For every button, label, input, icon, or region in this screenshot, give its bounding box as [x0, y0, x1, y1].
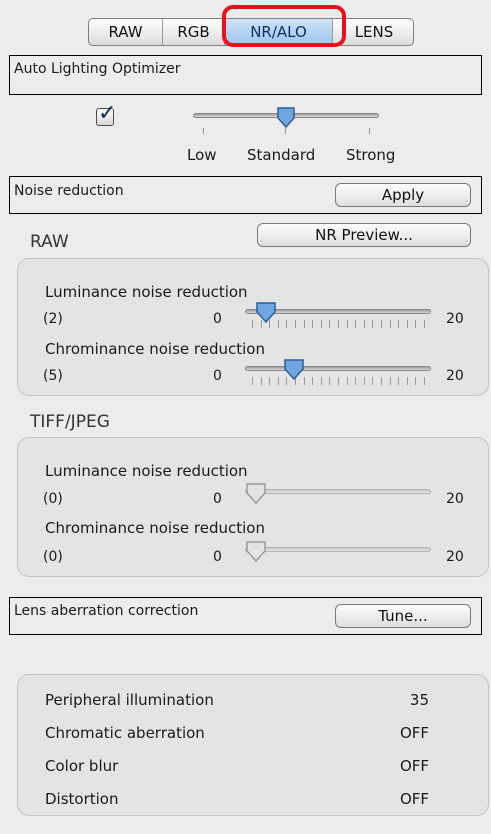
slider-tick — [372, 320, 373, 328]
raw-luminance-max: 20 — [446, 311, 464, 327]
tiff-section-title: TIFF/JPEG — [30, 412, 110, 432]
slider-tick — [415, 320, 416, 328]
raw-chrominance-label: Chrominance noise reduction — [45, 340, 265, 358]
raw-luminance-label: Luminance noise reduction — [45, 283, 248, 301]
alo-level-low: Low — [187, 146, 217, 164]
slider-tick — [329, 320, 330, 328]
nr-preview-button[interactable]: NR Preview... — [257, 223, 471, 247]
tiff-luminance-label: Luminance noise reduction — [45, 462, 248, 480]
raw-luminance-ticks — [252, 320, 425, 328]
slider-tick — [286, 320, 287, 328]
tiff-chrominance-value: (0) — [43, 549, 63, 565]
alo-header: Auto Lighting Optimizer — [9, 55, 482, 95]
slider-tick — [390, 320, 391, 328]
slider-tick — [321, 377, 322, 385]
slider-tick — [261, 377, 262, 385]
alo-slider-thumb[interactable] — [276, 106, 296, 130]
slider-tick — [312, 377, 313, 385]
noise-title: Noise reduction — [14, 183, 124, 199]
lens-row: Color blur OFF — [45, 757, 429, 775]
alo-level-strong: Strong — [346, 146, 396, 164]
tab-rgb[interactable]: RGB — [163, 19, 225, 45]
alo-tick-low — [203, 128, 204, 134]
lens-row-value: 35 — [409, 691, 429, 709]
slider-tick — [398, 320, 399, 328]
lens-row-label: Color blur — [45, 757, 119, 775]
tiff-chrominance-thumb[interactable] — [245, 540, 267, 564]
checkmark-icon: ✓ — [98, 101, 117, 126]
slider-tick — [415, 377, 416, 385]
slider-tick — [338, 320, 339, 328]
tiff-luminance-min: 0 — [213, 491, 222, 507]
slider-tick — [355, 377, 356, 385]
alo-checkbox[interactable]: ✓ — [96, 103, 116, 126]
slider-tick — [347, 320, 348, 328]
slider-tick — [252, 377, 253, 385]
slider-tick — [278, 377, 279, 385]
tab-raw[interactable]: RAW — [89, 19, 163, 45]
tool-palette: RAW RGB NR/ALO LENS Auto Lighting Optimi… — [0, 0, 491, 834]
slider-tick — [424, 377, 425, 385]
alo-title: Auto Lighting Optimizer — [14, 61, 181, 77]
slider-tick — [304, 320, 305, 328]
slider-tick — [407, 320, 408, 328]
slider-tick — [278, 320, 279, 328]
slider-tick — [269, 377, 270, 385]
slider-tick — [329, 377, 330, 385]
slider-tick — [321, 320, 322, 328]
raw-chrominance-value: (5) — [43, 368, 63, 384]
slider-tick — [398, 377, 399, 385]
tab-highlight-annotation — [222, 5, 346, 47]
lens-row-label: Peripheral illumination — [45, 691, 214, 709]
alo-tick-strong — [369, 128, 370, 134]
raw-chrominance-max: 20 — [446, 368, 464, 384]
slider-tick — [381, 320, 382, 328]
slider-tick — [252, 320, 253, 328]
slider-tick — [390, 377, 391, 385]
alo-level-standard: Standard — [247, 146, 316, 164]
slider-tick — [364, 320, 365, 328]
tiff-chrominance-max: 20 — [446, 549, 464, 565]
slider-tick — [295, 320, 296, 328]
lens-row-label: Chromatic aberration — [45, 724, 205, 742]
raw-chrominance-min: 0 — [213, 368, 222, 384]
slider-tick — [355, 320, 356, 328]
raw-chrominance-track[interactable] — [245, 366, 431, 371]
slider-tick — [381, 377, 382, 385]
tiff-chrominance-label: Chrominance noise reduction — [45, 519, 265, 537]
tiff-luminance-track[interactable] — [245, 489, 431, 494]
lens-row-value: OFF — [399, 790, 429, 808]
tiff-luminance-value: (0) — [43, 491, 63, 507]
raw-luminance-min: 0 — [213, 311, 222, 327]
lens-row-value: OFF — [399, 724, 429, 742]
apply-button[interactable]: Apply — [335, 183, 471, 207]
lens-row: Chromatic aberration OFF — [45, 724, 429, 742]
slider-tick — [407, 377, 408, 385]
slider-tick — [372, 377, 373, 385]
raw-luminance-value: (2) — [43, 311, 63, 327]
slider-tick — [338, 377, 339, 385]
lens-row-label: Distortion — [45, 790, 119, 808]
raw-chrominance-thumb[interactable] — [283, 358, 305, 382]
slider-tick — [364, 377, 365, 385]
tiff-chrominance-min: 0 — [213, 549, 222, 565]
lens-row: Peripheral illumination 35 — [45, 691, 429, 709]
raw-chrominance-ticks — [252, 377, 425, 385]
raw-section-title: RAW — [30, 232, 69, 252]
slider-tick — [424, 320, 425, 328]
raw-luminance-thumb[interactable] — [255, 301, 277, 325]
slider-tick — [312, 320, 313, 328]
slider-tick — [347, 377, 348, 385]
lens-row: Distortion OFF — [45, 790, 429, 808]
tiff-luminance-thumb[interactable] — [245, 482, 267, 506]
tune-button[interactable]: Tune... — [335, 604, 471, 628]
lens-title: Lens aberration correction — [14, 603, 199, 619]
lens-row-value: OFF — [399, 757, 429, 775]
tiff-luminance-max: 20 — [446, 491, 464, 507]
tiff-chrominance-track[interactable] — [245, 547, 431, 552]
